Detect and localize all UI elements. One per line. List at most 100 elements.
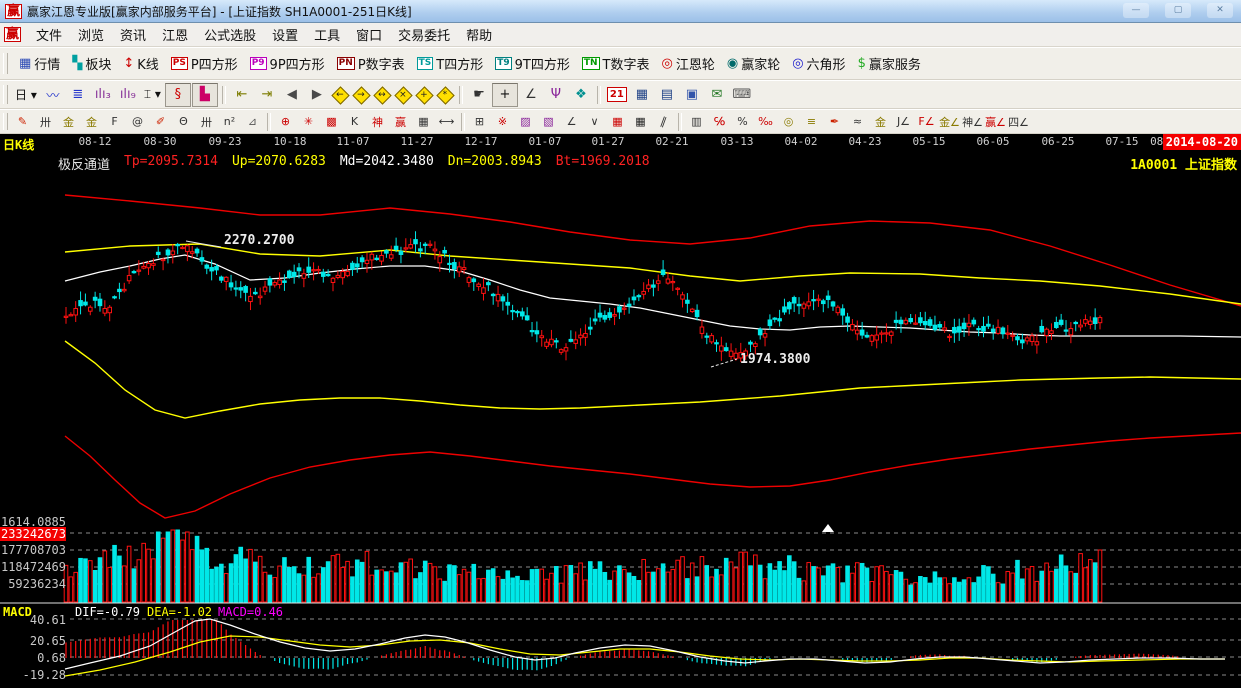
gold-angle-button[interactable]: 金∠	[938, 112, 961, 131]
sectors-button[interactable]: ▚板块	[68, 52, 115, 75]
t-number-button[interactable]: TNT数字表	[578, 52, 654, 75]
menu-浏览[interactable]: 浏览	[70, 23, 112, 46]
period-day-dropdown-button[interactable]: 日 ▾	[12, 84, 40, 106]
circle-cross-button[interactable]: ⊕	[274, 112, 297, 131]
kline-icon: ↕	[123, 57, 134, 71]
next-bar-button[interactable]: ▶	[305, 84, 329, 106]
percent-box-button[interactable]: ▥	[685, 112, 708, 131]
gann-wheel-button[interactable]: ◎江恩轮	[657, 52, 718, 75]
grid-tool-button[interactable]: 卅	[34, 112, 57, 131]
ying-grid-button[interactable]: 赢	[389, 112, 412, 131]
f-grid-button[interactable]: F	[103, 112, 126, 131]
f10-info-button[interactable]: ≣	[66, 84, 90, 106]
close-button[interactable]: ✕	[1207, 3, 1233, 18]
diamond-right-icon[interactable]: →	[351, 85, 371, 105]
notebook-button[interactable]: ▤	[655, 84, 679, 106]
menu-窗口[interactable]: 窗口	[348, 23, 390, 46]
f-angle-button[interactable]: F∠	[915, 112, 938, 131]
gold-lines-button[interactable]: ≡	[800, 112, 823, 131]
spiral-tool-button[interactable]: @	[126, 112, 149, 131]
minimize-button[interactable]: —	[1123, 3, 1149, 18]
bars-3-button[interactable]: ılı₃	[91, 84, 115, 106]
web-grid-button[interactable]: ▩	[320, 112, 343, 131]
menu-交易委托[interactable]: 交易委托	[390, 23, 458, 46]
star-burst-button[interactable]: ✳	[297, 112, 320, 131]
kline-button[interactable]: ↕K线	[119, 52, 162, 75]
k-note-button[interactable]: K	[343, 112, 366, 131]
ink-brush-button[interactable]: ✒	[823, 112, 846, 131]
angle-ruler-button[interactable]: ∠	[519, 84, 543, 106]
time-cycle-button[interactable]: Θ	[172, 112, 195, 131]
gann-grid-button[interactable]: 卅	[195, 112, 218, 131]
flower-tool-button[interactable]: ❖	[569, 84, 593, 106]
gold-grid-2-button[interactable]: 金	[80, 112, 103, 131]
diamond-h-icon[interactable]: ↔	[372, 85, 392, 105]
box-ruler-button[interactable]: ⊞	[468, 112, 491, 131]
menu-设置[interactable]: 设置	[264, 23, 306, 46]
purple-grid-button[interactable]: ▧	[537, 112, 560, 131]
n-square-button[interactable]: n²	[218, 112, 241, 131]
psy-tool-button[interactable]: Ψ	[544, 84, 568, 106]
diamond-x-icon[interactable]: ×	[393, 85, 413, 105]
gold-grid-button[interactable]: 金	[57, 112, 80, 131]
t-square-button[interactable]: TST四方形	[413, 52, 488, 75]
band-tool-button[interactable]: §	[165, 83, 191, 107]
crosshair-tool-button[interactable]: +	[492, 83, 518, 107]
quotes-button[interactable]: ▦行情	[15, 52, 64, 75]
menu-公式选股[interactable]: 公式选股	[196, 23, 264, 46]
winner-service-button[interactable]: $赢家服务	[854, 52, 925, 75]
diamond-plus-icon[interactable]: +	[414, 85, 434, 105]
width-arrow-button[interactable]: ⟷	[435, 112, 458, 131]
zigzag-button[interactable]: ∨	[583, 112, 606, 131]
p-square-button[interactable]: PSP四方形	[167, 52, 242, 75]
red-net-button[interactable]: ▦	[606, 112, 629, 131]
percent-slope-button[interactable]: ℅	[708, 112, 731, 131]
fan-rays-button[interactable]: ※	[491, 112, 514, 131]
9p-square-button[interactable]: P99P四方形	[246, 52, 329, 75]
diamond-left-icon[interactable]: ←	[330, 85, 350, 105]
menu-帮助[interactable]: 帮助	[458, 23, 500, 46]
permille-button[interactable]: ‰	[754, 112, 777, 131]
menu-工具[interactable]: 工具	[306, 23, 348, 46]
calculator-button[interactable]: ▦	[630, 84, 654, 106]
si-angle-button[interactable]: 四∠	[1007, 112, 1030, 131]
angle-mirror-button[interactable]: ⊿	[241, 112, 264, 131]
j-angle-button[interactable]: J∠	[892, 112, 915, 131]
angle-lines-button[interactable]: ∠	[560, 112, 583, 131]
bars-9-button[interactable]: ılı₉	[116, 84, 140, 106]
grid-123-button[interactable]: ▦	[412, 112, 435, 131]
maximize-button[interactable]: ▢	[1165, 3, 1191, 18]
parallel-lines-button[interactable]: ∥	[649, 109, 677, 135]
chart-canvas[interactable]: 日K线 08-1208-3009-2310-1811-0711-2712-170…	[0, 134, 1241, 688]
last-bar-button[interactable]: ⇥	[255, 84, 279, 106]
ying-angle-button[interactable]: 赢∠	[984, 112, 1007, 131]
color-chart-button[interactable]: ▙	[192, 83, 218, 107]
send-mail-button[interactable]: ✉	[705, 84, 729, 106]
shen-angle-button[interactable]: 神∠	[961, 112, 984, 131]
hand-tool-button[interactable]: ☛	[467, 84, 491, 106]
wave-tool-button[interactable]: ≈	[846, 112, 869, 131]
shen-grid-button[interactable]: 神	[366, 112, 389, 131]
prev-bar-button[interactable]: ◀	[280, 84, 304, 106]
remote-pc-button[interactable]: ⌨	[730, 84, 754, 106]
percent-button[interactable]: %	[731, 112, 754, 131]
gold-angle-bars-button[interactable]: 金	[869, 112, 892, 131]
dark-net-button[interactable]: ▦	[629, 112, 652, 131]
gold-circle-button[interactable]: ◎	[777, 112, 800, 131]
diamond-star-icon[interactable]: *	[435, 85, 455, 105]
overlay-chart-button[interactable]: 〰	[41, 84, 65, 106]
winner-wheel-button[interactable]: ◉赢家轮	[723, 52, 784, 75]
pen-tool-button[interactable]: ✎	[11, 112, 34, 131]
menu-江恩[interactable]: 江恩	[154, 23, 196, 46]
calendar-21-icon[interactable]: 21	[605, 84, 629, 106]
9t-square-button[interactable]: T99T四方形	[491, 52, 574, 75]
save-disk-button[interactable]: ▣	[680, 84, 704, 106]
first-bar-button[interactable]: ⇤	[230, 84, 254, 106]
candle-style-dropdown-button[interactable]: ⌶ ▾	[141, 84, 164, 106]
menu-文件[interactable]: 文件	[28, 23, 70, 46]
menu-资讯[interactable]: 资讯	[112, 23, 154, 46]
marker-tool-button[interactable]: ✐	[149, 112, 172, 131]
p-number-button[interactable]: PNP数字表	[333, 52, 409, 75]
hexagon-button[interactable]: ◎六角形	[788, 52, 849, 75]
purple-fan-button[interactable]: ▨	[514, 112, 537, 131]
